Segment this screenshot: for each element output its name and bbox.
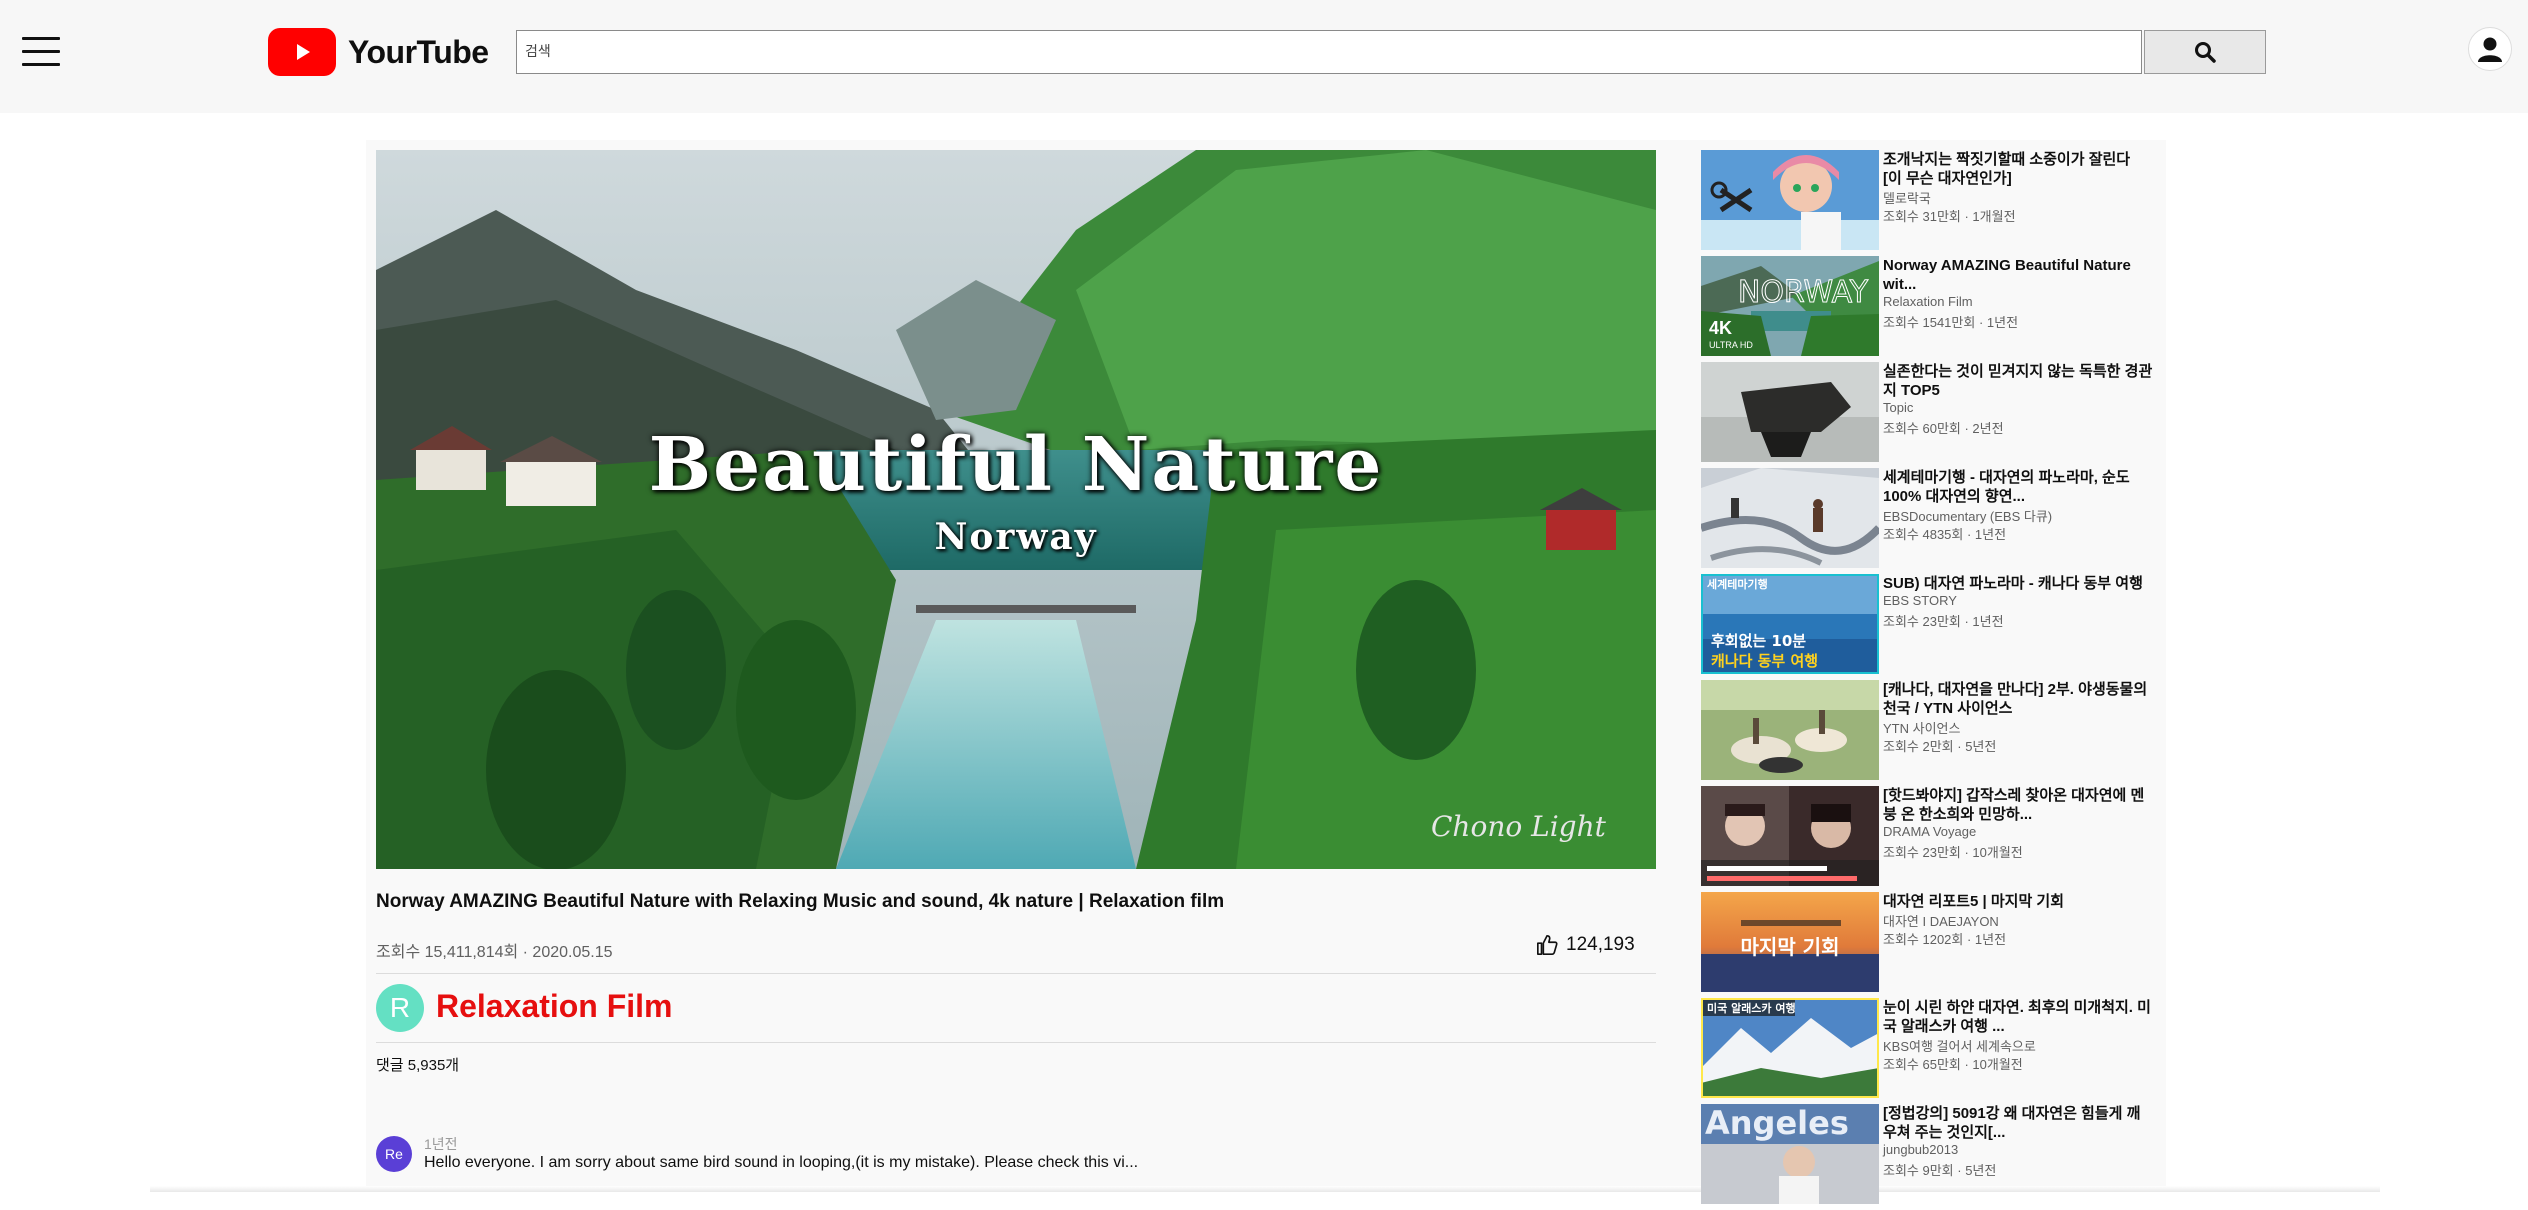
channel-avatar[interactable]: R	[376, 984, 424, 1032]
recommendation-channel[interactable]: DRAMA Voyage	[1883, 824, 1976, 839]
recommendation-meta: 조회수 31만회 · 1개월전	[1883, 209, 2016, 224]
video-thumbnail[interactable]	[1701, 150, 1879, 250]
recommendation-title[interactable]: 대자연 리포트5 | 마지막 기회	[1883, 892, 2153, 911]
recommendation-channel[interactable]: Topic	[1883, 400, 1913, 415]
thumbs-up-icon	[1537, 935, 1558, 955]
recommendation-title[interactable]: Norway AMAZING Beautiful Nature wit...	[1883, 256, 2153, 294]
video-view-date: 조회수 15,411,814회 · 2020.05.15	[376, 944, 613, 961]
video-title: Norway AMAZING Beautiful Nature with Rel…	[376, 891, 1225, 912]
recommendation-item[interactable]: 실존한다는 것이 믿겨지지 않는 독특한 경관지 TOP5 Topic 조회수 …	[1700, 362, 2153, 468]
recommendation-title[interactable]: 세계테마기행 - 대자연의 파노라마, 순도 100% 대자연의 향연...	[1883, 468, 2153, 506]
recommendation-title[interactable]: [캐나다, 대자연을 만나다] 2부. 야생동물의 천국 / YTN 사이언스	[1883, 680, 2153, 718]
recommendation-item[interactable]: NORWAY 4K ULTRA HD Norway AMAZING Beauti…	[1700, 256, 2150, 362]
recommendation-title[interactable]: 실존한다는 것이 믿겨지지 않는 독특한 경관지 TOP5	[1883, 362, 2153, 400]
recommendation-item[interactable]: 미국 알래스카 여행 눈이 시린 하얀 대자연. 최후의 미개척지. 미국 알래…	[1700, 998, 2153, 1104]
recommendation-item[interactable]: 마지막 기회 대자연 리포트5 | 마지막 기회 대자연 I DAEJAYON …	[1700, 892, 2150, 998]
thumbnail-text: Angeles	[1705, 1104, 1849, 1142]
recommendation-title[interactable]: [정법강의] 5091강 왜 대자연은 힘들게 깨우쳐 주는 것인지[...	[1883, 1104, 2153, 1142]
search-button[interactable]	[2144, 30, 2266, 74]
video-thumbnail[interactable]	[1701, 786, 1879, 886]
thumbnail-text: 미국 알래스카 여행	[1707, 1001, 1796, 1015]
video-watermark: Chono Light	[1431, 810, 1606, 843]
thumbnail-text: 세계테마기행	[1707, 577, 1768, 591]
search-icon	[2195, 42, 2216, 63]
recommendation-channel[interactable]: EBSDocumentary (EBS 다큐)	[1883, 506, 2052, 525]
recommendation-channel[interactable]: jungbub2013	[1883, 1142, 1958, 1157]
recommendation-channel[interactable]: Relaxation Film	[1883, 294, 1973, 309]
recommendation-meta: 조회수 1541만회 · 1년전	[1883, 315, 2019, 330]
account-icon	[2478, 37, 2502, 62]
thumbnail-text: 캐나다 동부 여행	[1711, 652, 1818, 670]
recommendation-title[interactable]: 눈이 시린 하얀 대자연. 최후의 미개척지. 미국 알래스카 여행 ...	[1883, 998, 2153, 1036]
recommendation-channel[interactable]: EBS STORY	[1883, 593, 1957, 608]
video-thumbnail[interactable]	[1701, 362, 1879, 462]
comment-avatar[interactable]: Re	[376, 1136, 412, 1172]
recommendation-channel[interactable]: 델로락국	[1883, 188, 1931, 207]
video-thumbnail[interactable]: NORWAY 4K ULTRA HD	[1701, 256, 1879, 356]
video-thumbnail[interactable]: Angeles	[1701, 1104, 1879, 1204]
video-thumbnail[interactable]	[1701, 468, 1879, 568]
top-header: YourTube	[0, 0, 2528, 113]
thumbnail-text: ULTRA HD	[1709, 340, 1753, 350]
recommendation-meta: 조회수 4835회 · 1년전	[1883, 527, 2007, 542]
video-thumbnail[interactable]: 세계테마기행 후회없는 10분 캐나다 동부 여행	[1701, 574, 1879, 674]
recommendation-item[interactable]: 세계테마기행 - 대자연의 파노라마, 순도 100% 대자연의 향연... E…	[1700, 468, 2150, 574]
video-overlay-title: Beautiful Nature	[648, 422, 1384, 508]
comment-time: 1년전	[424, 1136, 458, 1152]
recommendation-meta: 조회수 1202회 · 1년전	[1883, 932, 2007, 947]
like-button[interactable]: 124,193	[1536, 934, 1635, 956]
recommendation-item[interactable]: [캐나다, 대자연을 만나다] 2부. 야생동물의 천국 / YTN 사이언스 …	[1700, 680, 2150, 786]
recommendation-meta: 조회수 60만회 · 2년전	[1883, 421, 2004, 436]
comment-text: Hello everyone. I am sorry about same bi…	[424, 1154, 1139, 1171]
video-overlay-subtitle: Norway	[934, 516, 1098, 558]
recommendation-meta: 조회수 65만회 · 10개월전	[1883, 1057, 2023, 1072]
recommendation-item[interactable]: 세계테마기행 후회없는 10분 캐나다 동부 여행 SUB) 대자연 파노라마 …	[1700, 574, 2150, 680]
search-input[interactable]	[516, 30, 2142, 74]
channel-name[interactable]: Relaxation Film	[436, 988, 673, 1025]
site-logo[interactable]: YourTube	[268, 28, 489, 76]
account-button[interactable]	[2468, 27, 2512, 71]
recommendation-item[interactable]: [핫드봐야지] 갑작스레 찾아온 대자연에 멘붕 온 한소희와 민망하... D…	[1700, 786, 2150, 892]
recommendation-title[interactable]: [핫드봐야지] 갑작스레 찾아온 대자연에 멘붕 온 한소희와 민망하...	[1883, 786, 2153, 824]
recommendation-channel[interactable]: 대자연 I DAEJAYON	[1883, 911, 1999, 930]
recommendation-title[interactable]: 조개낙지는 짝짓기할때 소중이가 잘린다 [이 무슨 대자연인가]	[1883, 150, 2153, 188]
like-count: 124,193	[1566, 934, 1635, 955]
video-thumbnail[interactable]	[1701, 680, 1879, 780]
recommendation-meta: 조회수 23만회 · 10개월전	[1883, 845, 2023, 860]
video-thumbnail[interactable]: 마지막 기회	[1701, 892, 1879, 992]
recommendation-item[interactable]: Angeles [정법강의] 5091강 왜 대자연은 힘들게 깨우쳐 주는 것…	[1700, 1104, 2150, 1210]
divider	[376, 1042, 1656, 1043]
recommendation-meta: 조회수 23만회 · 1년전	[1883, 614, 2004, 629]
comment-count: 댓글 5,935개	[376, 1057, 460, 1074]
recommendation-meta: 조회수 2만회 · 5년전	[1883, 739, 1997, 754]
hamburger-menu-icon[interactable]	[22, 37, 60, 67]
thumbnail-text: NORWAY	[1738, 275, 1869, 310]
recommendation-channel[interactable]: KBS여행 걸어서 세계속으로	[1883, 1036, 2036, 1055]
recommendation-channel[interactable]: YTN 사이언스	[1883, 718, 1960, 737]
recommendation-item[interactable]: 조개낙지는 짝짓기할때 소중이가 잘린다 [이 무슨 대자연인가] 델로락국 조…	[1700, 150, 2150, 256]
recommendation-list: 조개낙지는 짝짓기할때 소중이가 잘린다 [이 무슨 대자연인가] 델로락국 조…	[1700, 150, 2153, 1210]
divider	[376, 973, 1656, 974]
logo-play-icon	[268, 28, 336, 76]
thumbnail-text: 4K	[1709, 318, 1732, 338]
video-frame-image	[376, 150, 1656, 869]
logo-text: YourTube	[348, 33, 489, 70]
recommendation-title[interactable]: SUB) 대자연 파노라마 - 캐나다 동부 여행	[1883, 574, 2153, 593]
recommendation-meta: 조회수 9만회 · 5년전	[1883, 1163, 1997, 1178]
video-player[interactable]: Beautiful Nature Norway Chono Light	[376, 150, 1656, 869]
thumbnail-text: 후회없는 10분	[1711, 632, 1806, 650]
thumbnail-text: 마지막 기회	[1741, 935, 1840, 959]
video-thumbnail[interactable]: 미국 알래스카 여행	[1701, 998, 1879, 1098]
